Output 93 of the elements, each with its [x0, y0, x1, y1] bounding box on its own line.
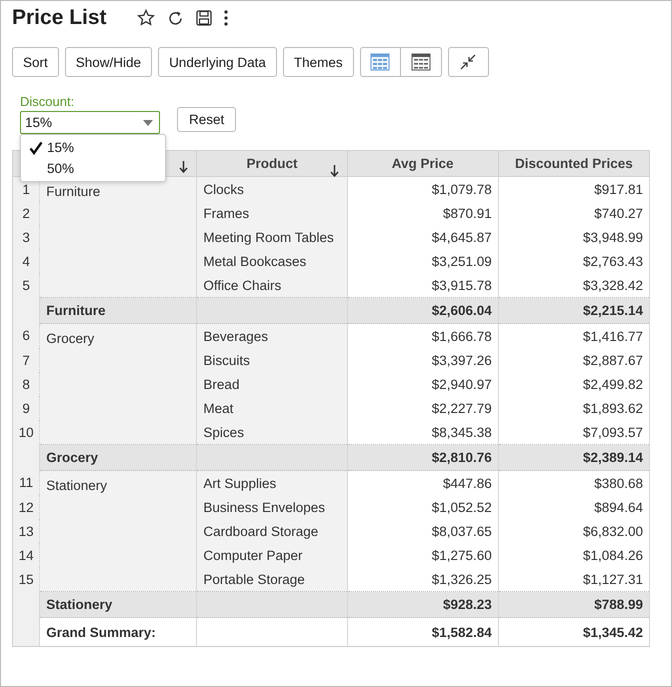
row-number: 8 [12, 372, 40, 396]
star-icon[interactable] [136, 9, 155, 27]
table-cell: $1,052.52 [347, 495, 498, 519]
table-cell: $2,227.79 [347, 396, 498, 420]
grand-summary-cell: $1,582.84 [347, 618, 498, 646]
table-cell: Spices [196, 420, 348, 444]
subtotal-cell: Stationery [40, 592, 197, 618]
row-number: 9 [12, 396, 40, 420]
table-cell: $8,037.65 [347, 519, 498, 543]
category-cell: Grocery [46, 331, 94, 346]
subtotal-cell: $788.99 [498, 592, 650, 618]
subtotal-cell: $2,215.14 [498, 298, 650, 324]
refresh-icon[interactable] [166, 10, 184, 26]
save-icon[interactable] [196, 10, 212, 26]
table-cell: $1,275.60 [347, 543, 498, 567]
subtotal-cell: Furniture [40, 298, 197, 324]
row-number: 15 [12, 567, 40, 592]
table-cell: $2,763.43 [498, 249, 650, 273]
category-cell: Stationery [46, 478, 107, 493]
column-header[interactable]: Discounted Prices [498, 150, 650, 176]
table-cell: $3,948.99 [498, 225, 650, 249]
table-cell: $2,887.67 [498, 348, 650, 372]
collapse-button[interactable] [448, 47, 489, 77]
row-number: 5 [12, 273, 40, 298]
table-cell: Bread [196, 372, 348, 396]
column-header[interactable]: Avg Price [347, 150, 498, 176]
table-cell: Art Supplies [196, 470, 348, 495]
table-icon [370, 53, 390, 71]
subtotal-cell: $2,606.04 [347, 298, 498, 324]
row-number: 3 [12, 225, 40, 249]
table-cell: $1,416.77 [498, 324, 650, 348]
grand-summary-cell: Grand Summary: [40, 618, 197, 646]
table-cell: Meat [196, 396, 348, 420]
table-cell: Metal Bookcases [196, 249, 348, 273]
row-number: 12 [12, 495, 40, 519]
table-cell: $380.68 [498, 470, 650, 495]
column-header[interactable]: Product [196, 150, 348, 176]
toolbar-button[interactable]: Themes [282, 47, 354, 77]
subtotal-cell: $928.23 [347, 592, 498, 618]
table-cell: Frames [196, 201, 348, 225]
row-number: 4 [12, 249, 40, 273]
toolbar-button[interactable]: Show/Hide [64, 47, 152, 77]
caret-icon [143, 120, 153, 126]
sort-arrow-icon[interactable] [330, 165, 339, 177]
subtotal-cell: $2,389.14 [498, 444, 650, 470]
table-cell: $3,397.26 [347, 348, 498, 372]
table-cell: $1,893.62 [498, 396, 650, 420]
table-cell: $1,666.78 [347, 324, 498, 348]
table-cell: Beverages [196, 324, 348, 348]
collapse-icon [459, 53, 478, 71]
grid-icon [410, 53, 431, 71]
table-cell: Office Chairs [196, 273, 348, 298]
reset-button[interactable]: Reset [177, 107, 236, 132]
table-cell: Computer Paper [196, 543, 348, 567]
page-title: Price List [12, 6, 107, 30]
grand-summary-cell: $1,345.42 [498, 618, 650, 646]
row-number: 10 [12, 420, 40, 444]
row-number: 7 [12, 348, 40, 372]
toolbar-button[interactable]: Sort [12, 47, 59, 77]
subtotal-cell: $2,810.76 [347, 444, 498, 470]
table-cell: $740.27 [498, 201, 650, 225]
table-cell: $2,499.82 [498, 372, 650, 396]
subtotal-cell: Grocery [40, 444, 197, 470]
table-cell: $1,084.26 [498, 543, 650, 567]
table-cell: Meeting Room Tables [196, 225, 348, 249]
category-cell: Furniture [46, 184, 100, 199]
row-number: 13 [12, 519, 40, 543]
row-number: 2 [12, 201, 40, 225]
table-cell: $917.81 [498, 176, 650, 201]
table-cell: $1,079.78 [347, 176, 498, 201]
table-cell: $4,645.87 [347, 225, 498, 249]
table-cell: $894.64 [498, 495, 650, 519]
sort-arrow-icon[interactable] [179, 160, 188, 172]
table-cell: $3,251.09 [347, 249, 498, 273]
table-cell: Portable Storage [196, 567, 348, 592]
table-cell: $6,832.00 [498, 519, 650, 543]
row-number: 6 [12, 324, 40, 348]
dropdown-option[interactable]: 15% [21, 137, 165, 158]
table-cell: $870.91 [347, 201, 498, 225]
table-cell: $2,940.97 [347, 372, 498, 396]
table-cell: Cardboard Storage [196, 519, 348, 543]
more-icon[interactable] [224, 10, 228, 26]
dropdown-option[interactable]: 50% [21, 158, 165, 179]
table-cell: $447.86 [347, 470, 498, 495]
filter-label: Discount: [20, 94, 76, 109]
row-number: 11 [12, 470, 40, 495]
row-number: 14 [12, 543, 40, 567]
pivot-view-button[interactable] [400, 47, 442, 77]
table-cell: Biscuits [196, 348, 348, 372]
toolbar-button[interactable]: Underlying Data [158, 47, 277, 77]
table-cell: Business Envelopes [196, 495, 348, 519]
table-cell: Clocks [196, 176, 348, 201]
discount-dropdown[interactable]: 15% [20, 111, 160, 134]
